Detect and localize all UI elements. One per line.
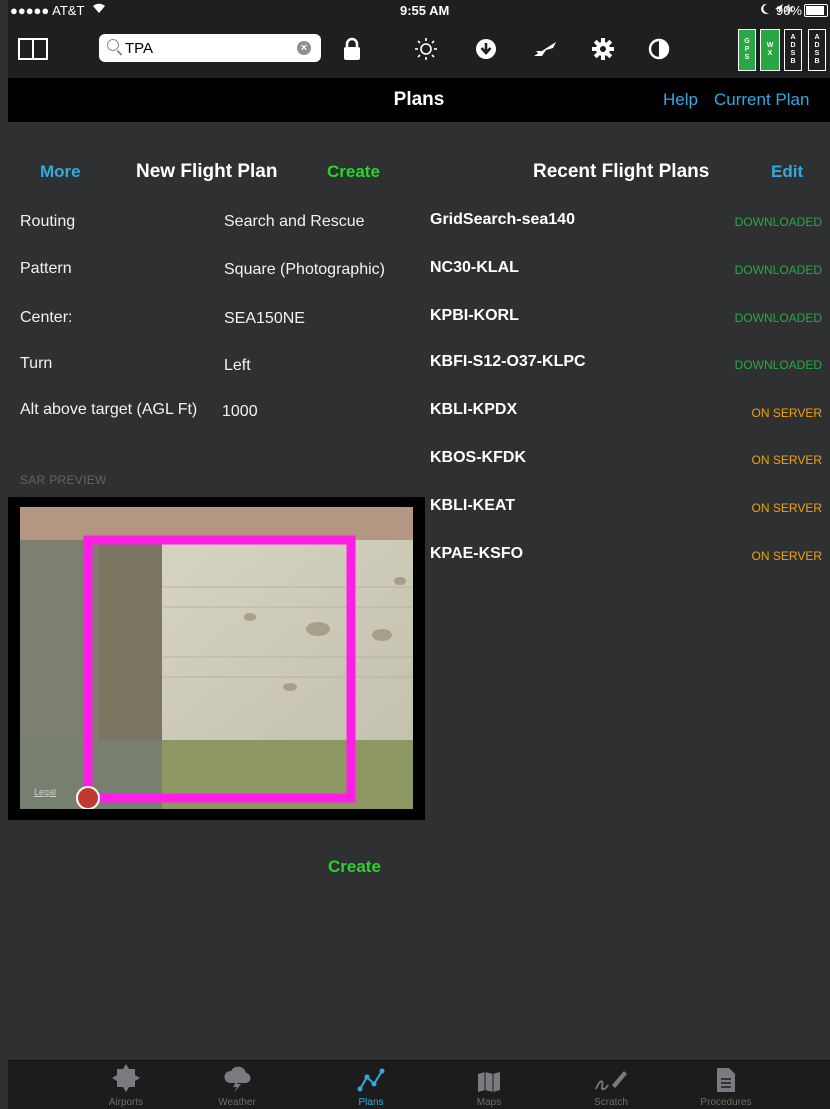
tab-procedures[interactable]: Procedures <box>671 1061 781 1108</box>
turn-label: Turn <box>20 355 53 372</box>
settings-gear-icon[interactable] <box>588 34 618 64</box>
search-box[interactable]: × <box>99 34 321 62</box>
maps-icon <box>478 1072 500 1092</box>
battery-percent: 90% <box>775 3 802 18</box>
scratch-pen-icon <box>595 1071 627 1091</box>
adsb-badge-2[interactable]: ADSB <box>808 29 826 71</box>
routing-label: Routing <box>20 213 76 230</box>
status-badge: DOWNLOADED <box>734 311 822 325</box>
brightness-icon[interactable] <box>411 34 441 64</box>
airplane-icon[interactable] <box>530 34 560 64</box>
tab-label: Weather <box>218 1097 256 1108</box>
current-plan-link[interactable]: Current Plan <box>714 90 809 110</box>
center-label: Center: <box>20 309 73 326</box>
status-badge: ON SERVER <box>751 549 822 563</box>
airports-icon <box>112 1064 140 1092</box>
adsb-badge-1[interactable]: ADSB <box>784 29 802 71</box>
tab-scratch[interactable]: Scratch <box>556 1061 666 1108</box>
plan-name: KBLI-KEAT <box>430 497 516 514</box>
turn-value[interactable]: Left <box>224 357 251 375</box>
carrier-label: ●●●●● AT&T <box>10 3 85 18</box>
split-view-icon[interactable] <box>18 34 48 64</box>
plan-name: KBFI-S12-O37-KLPC <box>430 353 586 370</box>
edit-button[interactable]: Edit <box>771 162 803 182</box>
create-button-bottom[interactable]: Create <box>328 857 381 877</box>
tab-bar: Airports Weather Plans Maps Scratch Proc… <box>8 1060 830 1109</box>
plan-name: KBOS-KFDK <box>430 449 526 466</box>
plan-name: KBLI-KPDX <box>430 401 518 418</box>
tab-maps[interactable]: Maps <box>434 1061 544 1108</box>
satellite-map-image <box>20 507 413 809</box>
create-button-top[interactable]: Create <box>327 162 380 182</box>
contrast-icon[interactable] <box>644 34 674 64</box>
plan-name: KPAE-KSFO <box>430 545 524 562</box>
search-icon <box>107 39 119 51</box>
page-title: Plans <box>393 89 445 110</box>
search-input[interactable] <box>125 36 285 60</box>
plan-name: GridSearch-sea140 <box>430 211 575 228</box>
legal-link[interactable]: Legal <box>34 787 56 797</box>
tab-label: Procedures <box>700 1097 752 1108</box>
sar-preview-map[interactable]: Legal <box>8 497 425 820</box>
plan-name: NC30-KLAL <box>430 259 519 276</box>
clock: 9:55 AM <box>400 3 450 18</box>
toolbar: × GPS WX ADSB ADSB <box>8 20 830 78</box>
new-flight-plan-heading: New Flight Plan <box>136 161 278 182</box>
title-bar: Plans Help Current Plan <box>8 78 830 122</box>
wifi-icon <box>92 2 106 17</box>
sar-preview-label: SAR PREVIEW <box>20 473 107 487</box>
plans-route-icon <box>357 1068 385 1092</box>
tab-label: Maps <box>476 1097 502 1108</box>
status-badge: ON SERVER <box>751 453 822 467</box>
lock-icon[interactable] <box>337 34 367 64</box>
help-link[interactable]: Help <box>663 90 698 110</box>
status-bar: ●●●●● AT&T 9:55 AM ✱ 90% <box>8 0 830 20</box>
altitude-label: Alt above target (AGL Ft) <box>20 401 198 418</box>
wx-badge[interactable]: WX <box>760 29 780 71</box>
moon-icon <box>760 3 770 18</box>
status-badge: DOWNLOADED <box>734 215 822 229</box>
center-value[interactable]: SEA150NE <box>224 310 305 328</box>
tab-label: Scratch <box>594 1097 628 1108</box>
tab-airports[interactable]: Airports <box>71 1061 181 1108</box>
pattern-value[interactable]: Square (Photographic) <box>224 261 385 279</box>
routing-value[interactable]: Search and Rescue <box>224 213 365 231</box>
download-icon[interactable] <box>471 34 501 64</box>
status-badge: ON SERVER <box>751 406 822 420</box>
tab-label: Plans <box>358 1097 384 1108</box>
altitude-value[interactable]: 1000 <box>222 403 258 421</box>
status-badge: DOWNLOADED <box>734 263 822 277</box>
weather-icon <box>224 1066 251 1093</box>
tab-plans[interactable]: Plans <box>316 1061 426 1108</box>
plan-name: KPBI-KORL <box>430 307 519 324</box>
recent-flight-plans-heading: Recent Flight Plans <box>533 161 710 182</box>
more-button[interactable]: More <box>40 162 81 182</box>
status-badge: DOWNLOADED <box>734 358 822 372</box>
tab-weather[interactable]: Weather <box>182 1061 292 1108</box>
battery-icon <box>804 4 828 17</box>
clear-search-icon[interactable]: × <box>297 41 311 55</box>
gps-badge[interactable]: GPS <box>738 29 756 71</box>
status-badge: ON SERVER <box>751 501 822 515</box>
tab-label: Airports <box>108 1097 144 1108</box>
procedures-document-icon <box>717 1068 735 1092</box>
pattern-label: Pattern <box>20 260 72 277</box>
